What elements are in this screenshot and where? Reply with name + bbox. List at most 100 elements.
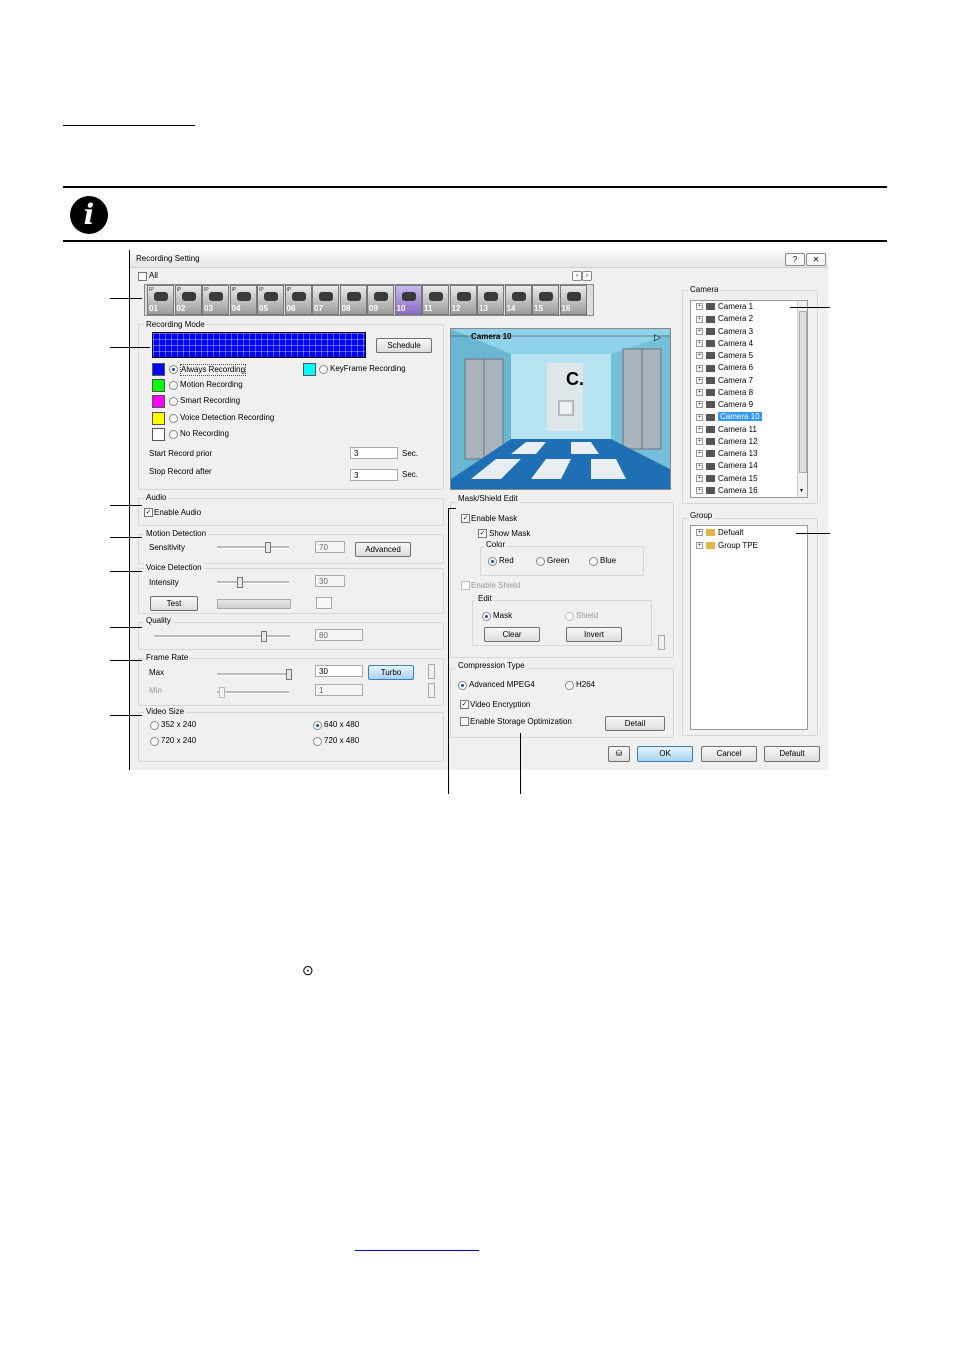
camera-tree-item[interactable]: + Camera 15 (696, 473, 758, 485)
mask-color-radio[interactable] (488, 557, 497, 566)
group-tree-item[interactable]: + Defualt (696, 527, 743, 539)
video-size-radio[interactable] (150, 737, 159, 746)
test-button[interactable]: Test (150, 596, 198, 611)
max-spin[interactable] (428, 664, 435, 679)
channel-tile[interactable]: IP 04 (229, 285, 257, 315)
channel-tile[interactable]: 10 (394, 285, 422, 315)
camera-tree[interactable]: + Camera 1 + Camera 2 + Camera 3 + Camera 4 + Cam… (690, 300, 808, 498)
expand-icon[interactable]: + (696, 487, 703, 495)
expand-icon[interactable]: + (696, 401, 703, 409)
default-button[interactable]: Default (764, 746, 820, 762)
camera-tree-item[interactable]: + Camera 11 (696, 424, 757, 436)
camera-tree-item[interactable]: + Camera 5 (696, 350, 753, 362)
channel-tile[interactable]: 16 (559, 285, 587, 315)
expand-icon[interactable]: + (696, 340, 703, 348)
start-record-input[interactable]: 3 (350, 447, 398, 459)
storage-optimization-checkbox[interactable] (460, 717, 469, 726)
link-underline[interactable] (355, 1250, 479, 1251)
expand-icon[interactable]: + (696, 315, 703, 323)
camera-tree-item[interactable]: + Camera 14 (696, 460, 758, 472)
keyframe-radio[interactable] (319, 365, 328, 374)
channel-tile[interactable]: 14 (504, 285, 532, 315)
schedule-grid[interactable] (152, 332, 366, 358)
scroll-down-icon[interactable]: ▼ (799, 486, 804, 496)
channel-tile[interactable]: 13 (477, 285, 504, 315)
video-encryption-checkbox[interactable]: ✓ (460, 700, 469, 709)
intensity-slider[interactable] (217, 581, 289, 584)
channel-tile[interactable]: 09 (367, 285, 394, 315)
intensity-slider-thumb[interactable] (236, 577, 243, 588)
expand-icon[interactable]: + (696, 376, 703, 384)
enable-shield-checkbox[interactable] (461, 581, 470, 590)
max-fps-thumb[interactable] (286, 669, 292, 680)
channel-tile[interactable]: 08 (339, 285, 367, 315)
camera-tree-item[interactable]: + Camera 4 (696, 338, 753, 350)
close-button[interactable]: ✕ (806, 253, 826, 266)
scroll-right-arrow[interactable]: › (582, 271, 592, 281)
expand-icon[interactable]: + (696, 389, 703, 397)
channel-tile[interactable]: 11 (422, 285, 449, 315)
help-button[interactable]: ? (785, 253, 805, 266)
show-mask-checkbox[interactable]: ✓ (478, 529, 487, 538)
scrollbar-thumb[interactable] (799, 311, 807, 473)
mode-radio[interactable] (169, 429, 178, 439)
turbo-button[interactable]: Turbo (368, 665, 414, 680)
detail-button[interactable]: Detail (605, 716, 665, 731)
camera-tree-item[interactable]: + Camera 2 (696, 313, 753, 325)
schedule-button[interactable]: Schedule (376, 338, 432, 353)
expand-icon[interactable]: + (696, 364, 703, 372)
compression-radio[interactable] (458, 681, 467, 690)
video-size-radio[interactable] (313, 737, 322, 746)
snapshot-button[interactable]: ⛁ (608, 746, 630, 762)
channel-tile[interactable]: IP 03 (202, 285, 229, 315)
all-checkbox[interactable] (138, 272, 147, 281)
camera-tree-item[interactable]: + Camera 9 (696, 399, 753, 411)
stop-record-input[interactable]: 3 (350, 469, 398, 481)
cancel-button[interactable]: Cancel (701, 746, 757, 762)
compression-radio[interactable] (565, 681, 574, 690)
camera-tree-item[interactable]: + Camera 8 (696, 387, 753, 399)
enable-mask-checkbox[interactable]: ✓ (461, 514, 470, 523)
sensitivity-slider-thumb[interactable] (265, 542, 272, 553)
camera-tree-item[interactable]: + Camera 16 (696, 485, 758, 497)
expand-icon[interactable]: + (696, 450, 703, 458)
camera-tree-item[interactable]: + Camera 10 (696, 411, 762, 423)
expand-icon[interactable]: + (696, 529, 703, 537)
expand-icon[interactable]: + (696, 474, 703, 482)
expand-icon[interactable]: + (696, 352, 703, 360)
video-size-radio[interactable] (150, 721, 159, 730)
quality-slider[interactable] (154, 635, 290, 638)
channel-tile[interactable]: 15 (532, 285, 559, 315)
group-tree-item[interactable]: + Group TPE (696, 540, 758, 552)
mask-spin[interactable] (658, 635, 665, 650)
channel-tile[interactable]: IP 01 (147, 285, 174, 315)
ok-button[interactable]: OK (637, 746, 693, 762)
camera-tree-item[interactable]: + Camera 6 (696, 362, 753, 374)
camera-tree-scrollbar[interactable]: ▼ (797, 301, 807, 497)
advanced-button[interactable]: Advanced (355, 542, 411, 557)
scroll-left-arrow[interactable]: ‹ (572, 271, 582, 281)
clear-button[interactable]: Clear (484, 627, 540, 642)
sensitivity-slider[interactable] (217, 546, 289, 549)
expand-icon[interactable]: + (696, 327, 703, 335)
mode-radio[interactable] (169, 365, 178, 374)
expand-icon[interactable]: + (696, 303, 703, 311)
expand-icon[interactable]: + (696, 413, 703, 421)
edit-mode-radio[interactable] (565, 612, 574, 621)
channel-tile[interactable]: 12 (449, 285, 477, 315)
camera-tree-item[interactable]: + Camera 1 (696, 301, 753, 313)
channel-tile[interactable]: IP 06 (284, 285, 312, 315)
expand-icon[interactable]: + (696, 438, 703, 446)
camera-tree-item[interactable]: + Camera 12 (696, 436, 758, 448)
mask-color-radio[interactable] (589, 557, 598, 566)
video-size-radio[interactable] (313, 721, 322, 730)
mode-radio[interactable] (169, 413, 178, 423)
camera-tree-item[interactable]: + Camera 3 (696, 326, 753, 338)
edit-mode-radio[interactable] (482, 612, 491, 621)
camera-tree-item[interactable]: + Camera 13 (696, 448, 758, 460)
quality-slider-thumb[interactable] (260, 631, 267, 642)
channel-tile[interactable]: IP 02 (174, 285, 202, 315)
max-fps-input[interactable]: 30 (315, 665, 363, 677)
channel-tile[interactable]: 07 (312, 285, 339, 315)
expand-icon[interactable]: + (696, 541, 703, 549)
